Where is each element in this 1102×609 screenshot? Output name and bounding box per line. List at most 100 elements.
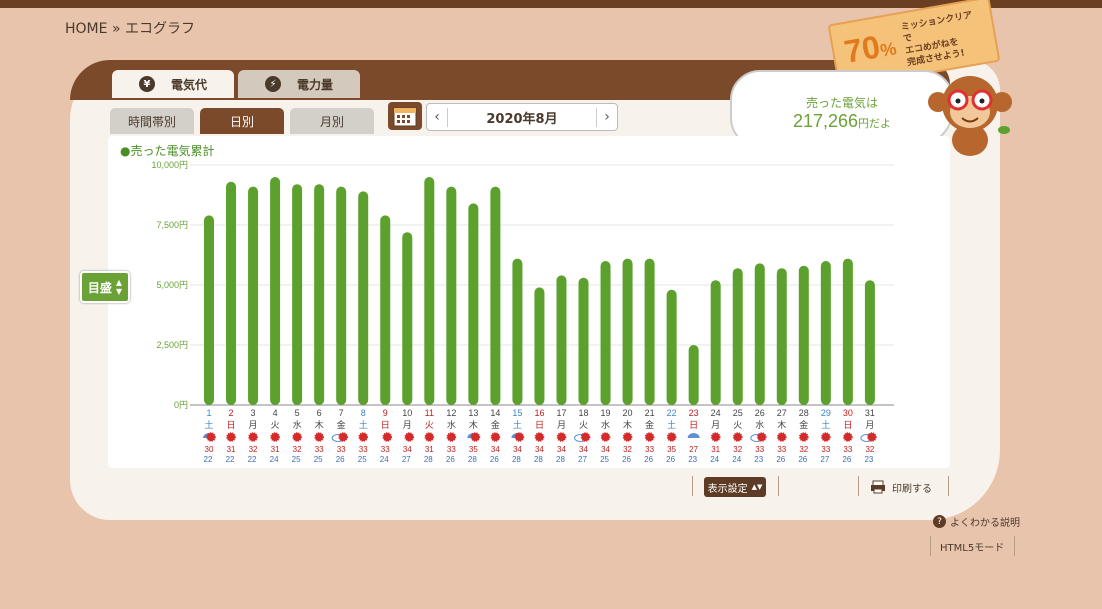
temp-high-label: 34 (403, 445, 412, 454)
x-tick-label: 15 (512, 408, 522, 418)
bar (512, 258, 523, 405)
x-tick-label: 2 (229, 408, 234, 418)
bar (402, 232, 413, 405)
y-tick-label: 10,000円 (151, 160, 188, 170)
x-tick-label: 26 (755, 408, 765, 418)
bar (490, 186, 501, 405)
temp-high-label: 33 (821, 445, 830, 454)
x-tick-label: 11 (425, 408, 434, 418)
temp-low-label: 26 (336, 455, 345, 464)
sun-icon (270, 432, 280, 442)
divider (692, 476, 693, 496)
temp-high-label: 33 (447, 445, 456, 454)
bar (666, 289, 677, 405)
bar (798, 265, 809, 405)
print-button[interactable]: 印刷する (870, 477, 932, 497)
question-icon: ? (933, 515, 946, 528)
temp-low-label: 26 (842, 455, 851, 464)
temp-high-label: 34 (491, 445, 500, 454)
weekday-label: 土 (821, 419, 830, 431)
weekday-label: 金 (337, 419, 346, 431)
temp-low-label: 22 (248, 455, 257, 464)
sun-icon (424, 432, 435, 442)
x-tick-label: 6 (317, 408, 322, 418)
x-tick-label: 9 (383, 408, 388, 418)
bar (424, 177, 435, 405)
temp-low-label: 25 (314, 455, 323, 464)
x-tick-label: 3 (251, 408, 256, 418)
temp-high-label: 33 (755, 445, 764, 454)
temp-low-label: 26 (666, 455, 675, 464)
temp-high-label: 32 (293, 445, 302, 454)
weekday-label: 金 (799, 419, 808, 431)
weekday-label: 日 (843, 420, 852, 431)
temp-high-label: 31 (425, 445, 434, 454)
weekday-label: 土 (204, 419, 213, 431)
bar (248, 186, 259, 405)
temp-low-label: 25 (358, 455, 367, 464)
temp-high-label: 34 (579, 445, 588, 454)
sun-icon (843, 432, 853, 442)
sun-icon (534, 432, 545, 442)
display-settings-button[interactable]: 表示設定 ▲▼ (704, 477, 766, 497)
x-tick-label: 7 (339, 408, 344, 418)
sun-icon (556, 432, 567, 442)
weekday-label: 土 (667, 419, 676, 431)
bar (226, 181, 237, 405)
temp-low-label: 23 (864, 455, 873, 464)
sun-icon (732, 432, 743, 442)
temp-low-label: 26 (644, 455, 653, 464)
temp-low-label: 28 (512, 455, 521, 464)
bar (358, 191, 369, 405)
x-tick-label: 31 (865, 408, 875, 418)
bar (688, 345, 699, 405)
sun-icon (358, 432, 369, 442)
temp-high-label: 31 (227, 445, 236, 454)
temp-low-label: 24 (380, 455, 389, 464)
weekday-label: 水 (293, 419, 302, 431)
y-tick-label: 2,500円 (156, 340, 188, 350)
temp-low-label: 27 (402, 455, 411, 464)
html5-mode-link[interactable]: HTML5モード (940, 539, 1004, 554)
temp-low-label: 28 (556, 455, 565, 464)
temp-high-label: 27 (689, 445, 698, 454)
sun-icon (446, 432, 457, 442)
sun-icon (292, 432, 302, 442)
temp-low-label: 24 (732, 455, 741, 464)
temp-low-label: 22 (226, 455, 235, 464)
bar (578, 277, 589, 405)
temp-low-label: 26 (446, 455, 455, 464)
y-tick-label: 7,500円 (156, 220, 188, 230)
weekday-label: 月 (403, 420, 412, 431)
sun-icon (470, 432, 481, 442)
temp-low-label: 26 (798, 455, 807, 464)
weekday-label: 水 (755, 419, 764, 431)
temp-high-label: 33 (843, 445, 852, 454)
bar (336, 186, 347, 405)
weekday-label: 火 (579, 420, 588, 431)
temp-low-label: 25 (600, 455, 609, 464)
weekday-label: 木 (469, 419, 478, 431)
bar (864, 280, 875, 405)
help-link[interactable]: ? よくわかる説明 (933, 514, 1020, 529)
sun-icon (248, 432, 258, 442)
temp-high-label: 35 (667, 445, 676, 454)
weekday-label: 火 (425, 420, 434, 431)
weekday-label: 日 (381, 420, 390, 431)
bar (622, 258, 633, 405)
temp-high-label: 33 (777, 445, 786, 454)
weekday-label: 木 (623, 419, 632, 431)
temp-high-label: 32 (733, 445, 742, 454)
divider (858, 476, 859, 496)
bar (468, 203, 479, 405)
sun-icon (314, 432, 324, 442)
x-tick-label: 1 (206, 408, 211, 418)
temp-high-label: 33 (359, 445, 368, 454)
sun-icon (580, 432, 591, 442)
x-tick-label: 30 (843, 408, 853, 418)
bar (644, 258, 655, 405)
temp-high-label: 34 (513, 445, 522, 454)
bar (556, 275, 567, 405)
updown-icon: ▲▼ (751, 483, 763, 491)
weekday-label: 月 (865, 420, 874, 431)
